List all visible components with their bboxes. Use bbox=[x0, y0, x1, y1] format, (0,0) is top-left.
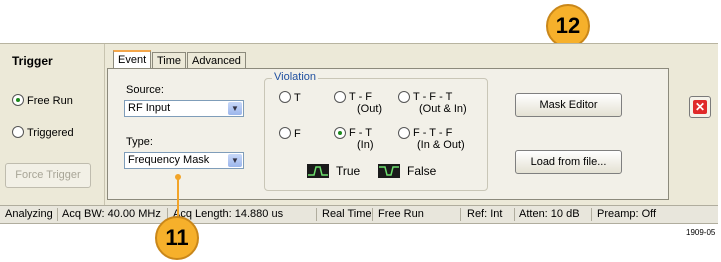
source-select[interactable]: RF Input ▼ bbox=[124, 100, 244, 117]
status-divider bbox=[57, 208, 58, 221]
chevron-down-icon[interactable]: ▼ bbox=[228, 102, 242, 115]
type-select[interactable]: Frequency Mask ▼ bbox=[124, 152, 244, 169]
free-run-label: Free Run bbox=[27, 95, 73, 107]
callout-11: 11 bbox=[155, 216, 199, 260]
status-divider bbox=[316, 208, 317, 221]
violation-radio-t[interactable] bbox=[279, 91, 291, 103]
violation-radio-tf[interactable] bbox=[334, 91, 346, 103]
violation-label-ft-line1: F - T bbox=[349, 127, 373, 139]
tab-advanced[interactable]: Advanced bbox=[187, 52, 246, 69]
violation-radio-tft[interactable] bbox=[398, 91, 410, 103]
violation-label-f: F bbox=[294, 128, 301, 140]
violation-option-tft[interactable] bbox=[398, 91, 413, 104]
violation-label-tft-line1: T - F - T bbox=[413, 91, 453, 103]
violation-option-tf[interactable] bbox=[334, 91, 349, 104]
status-divider bbox=[591, 208, 592, 221]
true-pulse-icon bbox=[308, 166, 328, 176]
violation-label-tft-line2: (Out & In) bbox=[419, 103, 467, 115]
status-ref: Ref: Int bbox=[467, 208, 503, 220]
triggered-radio-dot[interactable] bbox=[12, 126, 24, 138]
violation-option-f[interactable]: F bbox=[279, 127, 301, 140]
violation-option-ftf[interactable] bbox=[398, 127, 413, 140]
trigger-title: Trigger bbox=[12, 54, 53, 68]
violation-radio-ft[interactable] bbox=[334, 127, 346, 139]
status-bar: Analyzing Acq BW: 40.00 MHz Acq Length: … bbox=[0, 205, 718, 224]
violation-label-ft: F - T (In) bbox=[349, 127, 374, 151]
triggered-radio[interactable]: Triggered bbox=[12, 126, 74, 139]
type-label: Type: bbox=[126, 136, 153, 148]
violation-label-t: T bbox=[294, 92, 301, 104]
triggered-label: Triggered bbox=[27, 127, 74, 139]
tab-time[interactable]: Time bbox=[152, 52, 187, 69]
violation-label-tf-line2: (Out) bbox=[357, 103, 383, 115]
violation-label-ftf-line1: F - T - F bbox=[413, 127, 453, 139]
false-legend-icon bbox=[378, 164, 400, 178]
callout-12: 12 bbox=[546, 4, 590, 48]
true-legend-label: True bbox=[336, 164, 361, 178]
free-run-radio-dot[interactable] bbox=[12, 94, 24, 106]
close-icon: ✕ bbox=[693, 100, 707, 114]
chevron-down-icon[interactable]: ▼ bbox=[228, 154, 242, 167]
violation-radio-f[interactable] bbox=[279, 127, 291, 139]
status-divider bbox=[514, 208, 515, 221]
status-divider bbox=[460, 208, 461, 221]
status-preamp: Preamp: Off bbox=[597, 208, 657, 220]
false-legend-label: False bbox=[407, 164, 437, 178]
mask-editor-button[interactable]: Mask Editor bbox=[515, 93, 622, 117]
true-legend-icon bbox=[307, 164, 329, 178]
status-real-time: Real Time bbox=[322, 208, 372, 220]
free-run-radio[interactable]: Free Run bbox=[12, 94, 73, 107]
close-button[interactable]: ✕ bbox=[689, 96, 711, 118]
trigger-left-pane: Trigger Free Run Triggered Force Trigger bbox=[0, 44, 105, 205]
status-acq-bw: Acq BW: 40.00 MHz bbox=[62, 208, 161, 220]
status-divider bbox=[372, 208, 373, 221]
violation-label-ft-line2: (In) bbox=[357, 139, 374, 151]
violation-label-tft: T - F - T (Out & In) bbox=[413, 91, 467, 115]
figure-id: 1909-05 bbox=[686, 228, 716, 237]
status-free-run: Free Run bbox=[378, 208, 424, 220]
force-trigger-button[interactable]: Force Trigger bbox=[5, 163, 91, 188]
load-from-file-button[interactable]: Load from file... bbox=[515, 150, 622, 174]
violation-option-t[interactable]: T bbox=[279, 91, 301, 104]
type-value: Frequency Mask bbox=[128, 154, 210, 166]
false-pulse-icon bbox=[379, 166, 399, 176]
violation-label-ftf-line2: (In & Out) bbox=[417, 139, 465, 151]
violation-option-ft[interactable] bbox=[334, 127, 349, 140]
violation-label-tf: T - F (Out) bbox=[349, 91, 382, 115]
violation-label-ftf: F - T - F (In & Out) bbox=[413, 127, 465, 151]
source-label: Source: bbox=[126, 84, 164, 96]
tab-event[interactable]: Event bbox=[113, 50, 152, 69]
source-value: RF Input bbox=[128, 102, 171, 114]
violation-radio-ftf[interactable] bbox=[398, 127, 410, 139]
callout-11-leader bbox=[177, 178, 179, 218]
status-atten: Atten: 10 dB bbox=[519, 208, 580, 220]
violation-label-tf-line1: T - F bbox=[349, 91, 373, 103]
status-analyzing: Analyzing bbox=[5, 208, 53, 220]
violation-title: Violation bbox=[272, 71, 318, 83]
